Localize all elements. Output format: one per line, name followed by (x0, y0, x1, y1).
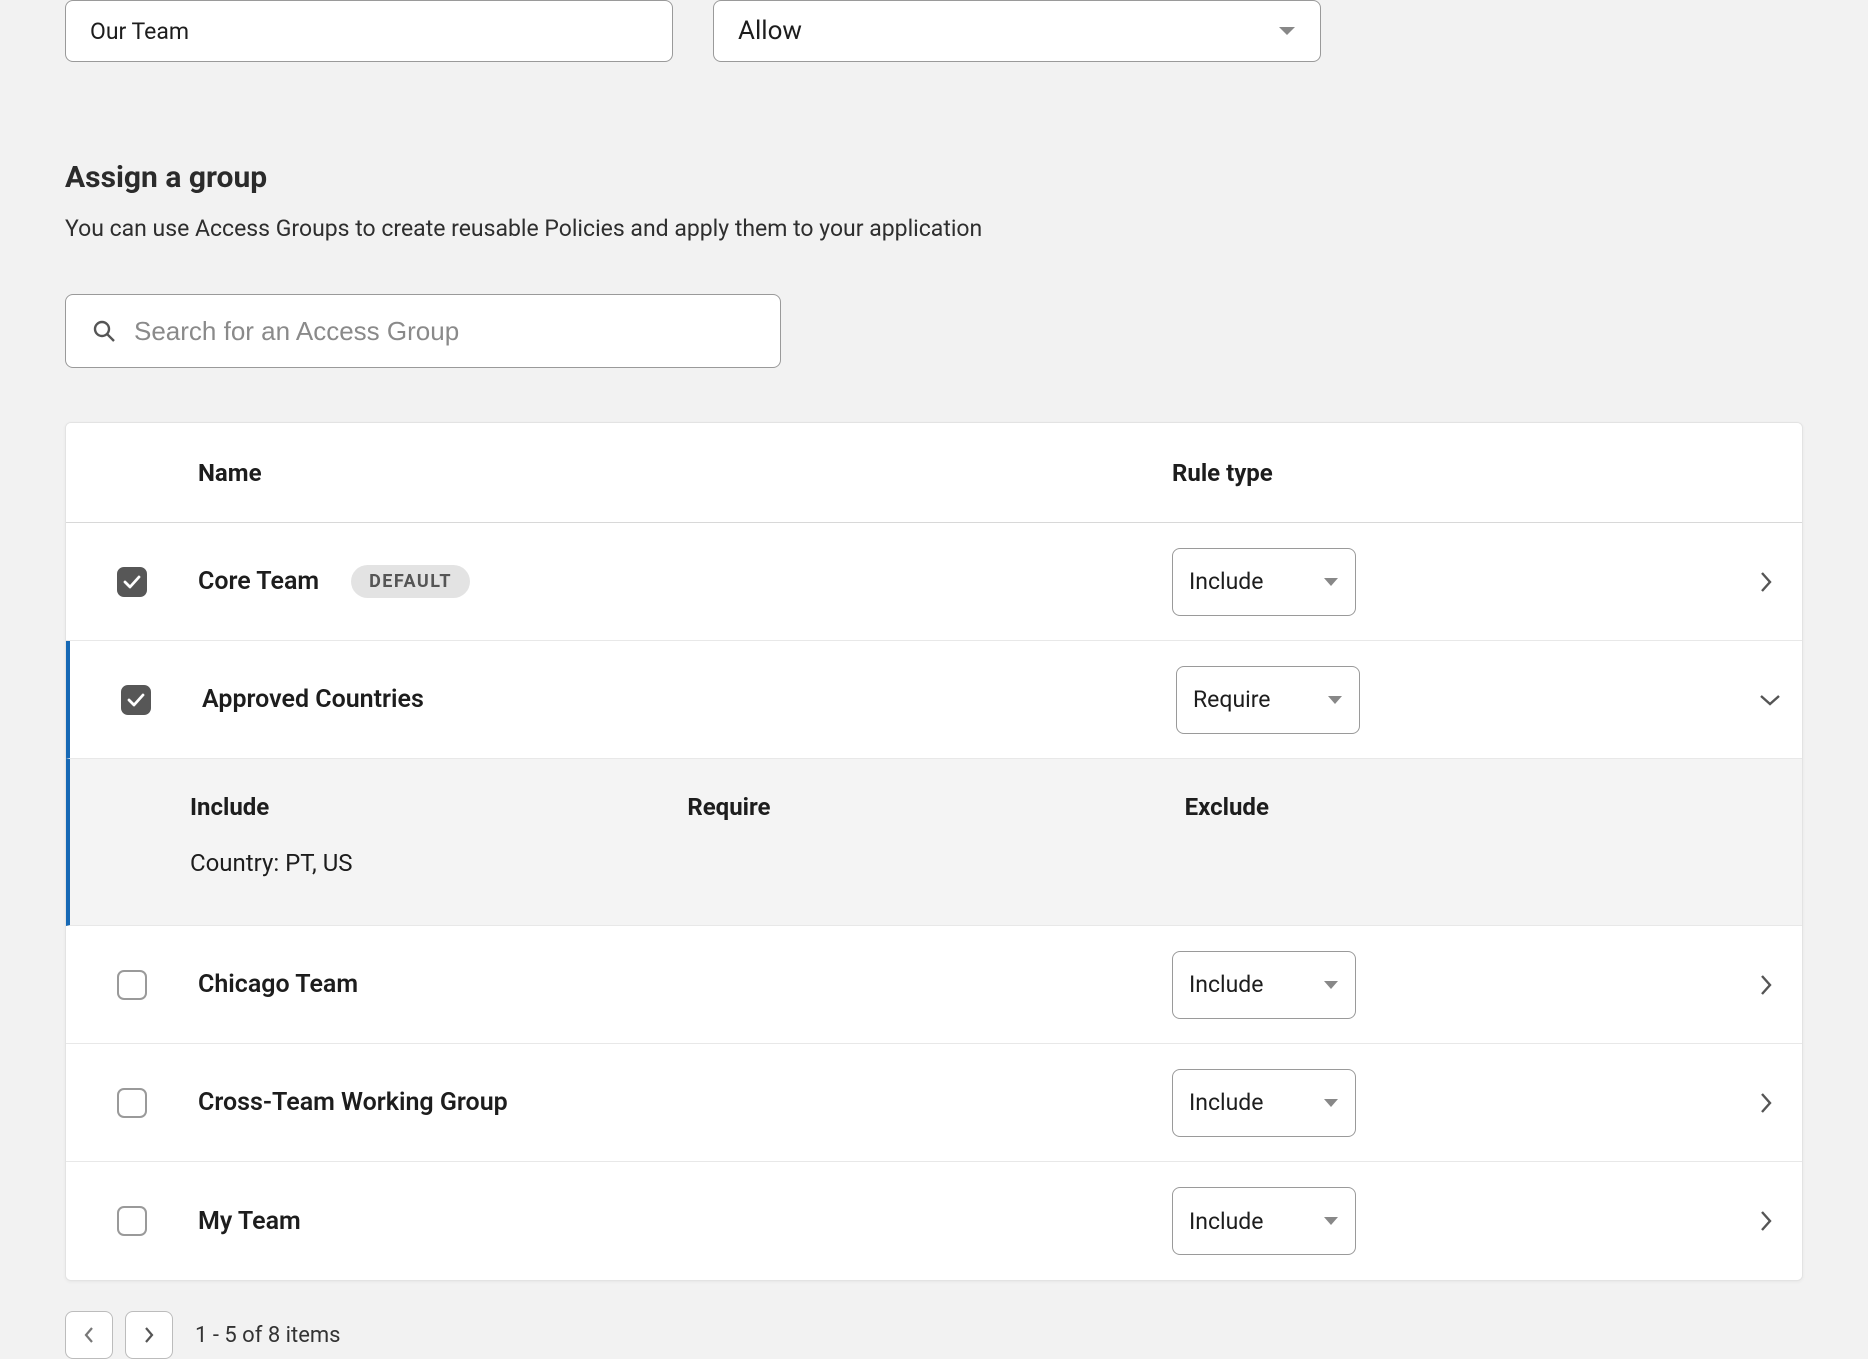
caret-down-icon (1323, 577, 1339, 587)
chevron-right-icon (1759, 974, 1773, 996)
chevron-right-icon (1759, 1210, 1773, 1232)
group-name: Cross-Team Working Group (198, 1088, 508, 1117)
search-input[interactable] (134, 316, 754, 347)
assign-group-heading: Assign a group (65, 160, 1803, 195)
access-groups-table: Name Rule type Core Team DEFAULT Include (65, 422, 1803, 1281)
caret-down-icon (1323, 980, 1339, 990)
policy-name-value: Our Team (90, 18, 189, 45)
row-checkbox[interactable] (117, 1088, 147, 1118)
assign-group-description: You can use Access Groups to create reus… (65, 215, 1803, 242)
group-name: My Team (198, 1207, 301, 1236)
details-require-heading: Require (687, 793, 1184, 821)
rule-type-select[interactable]: Require (1176, 666, 1360, 734)
group-name: Approved Countries (202, 685, 424, 714)
table-row: Chicago Team Include (66, 926, 1802, 1044)
rule-type-value: Require (1193, 686, 1271, 713)
chevron-right-icon (144, 1327, 154, 1343)
column-rule-type: Rule type (1172, 459, 1706, 487)
table-row: My Team Include (66, 1162, 1802, 1280)
chevron-left-icon (84, 1327, 94, 1343)
access-group-search[interactable] (65, 294, 781, 368)
caret-down-icon (1323, 1098, 1339, 1108)
row-checkbox[interactable] (121, 685, 151, 715)
row-checkbox[interactable] (117, 1206, 147, 1236)
rule-type-select[interactable]: Include (1172, 1069, 1356, 1137)
rule-type-select[interactable]: Include (1172, 548, 1356, 616)
chevron-right-icon (1759, 571, 1773, 593)
row-checkbox[interactable] (117, 970, 147, 1000)
caret-down-icon (1327, 695, 1343, 705)
pagination: 1 - 5 of 8 items (65, 1311, 1803, 1359)
default-badge: DEFAULT (351, 565, 470, 598)
row-checkbox[interactable] (117, 567, 147, 597)
rule-type-value: Include (1189, 568, 1263, 595)
rule-type-value: Include (1189, 1089, 1263, 1116)
expand-toggle[interactable] (1706, 1210, 1803, 1232)
caret-down-icon (1323, 1216, 1339, 1226)
caret-down-icon (1278, 25, 1296, 37)
search-icon (92, 319, 116, 343)
group-name: Chicago Team (198, 970, 358, 999)
expand-toggle[interactable] (1706, 974, 1803, 996)
pagination-label: 1 - 5 of 8 items (195, 1323, 341, 1348)
table-row: Cross-Team Working Group Include (66, 1044, 1802, 1162)
chevron-down-icon (1759, 693, 1781, 707)
rule-type-value: Include (1189, 1208, 1263, 1235)
column-name: Name (198, 459, 1172, 487)
page-next-button[interactable] (125, 1311, 173, 1359)
expand-toggle[interactable] (1710, 693, 1803, 707)
policy-action-select[interactable]: Allow (713, 0, 1321, 62)
page-prev-button[interactable] (65, 1311, 113, 1359)
rule-type-select[interactable]: Include (1172, 951, 1356, 1019)
chevron-right-icon (1759, 1092, 1773, 1114)
row-details-panel: Include Require Exclude Country: PT, US (66, 759, 1802, 926)
policy-action-value: Allow (738, 16, 802, 46)
rule-type-value: Include (1189, 971, 1263, 998)
policy-name-input[interactable]: Our Team (65, 0, 673, 62)
expand-toggle[interactable] (1706, 1092, 1803, 1114)
expand-toggle[interactable] (1706, 571, 1803, 593)
details-include-heading: Include (190, 793, 687, 821)
table-header: Name Rule type (66, 423, 1802, 523)
group-name: Core Team (198, 567, 319, 596)
details-exclude-heading: Exclude (1185, 793, 1682, 821)
table-row: Approved Countries Require (66, 641, 1802, 759)
table-row: Core Team DEFAULT Include (66, 523, 1802, 641)
details-include-value: Country: PT, US (190, 849, 687, 877)
rule-type-select[interactable]: Include (1172, 1187, 1356, 1255)
